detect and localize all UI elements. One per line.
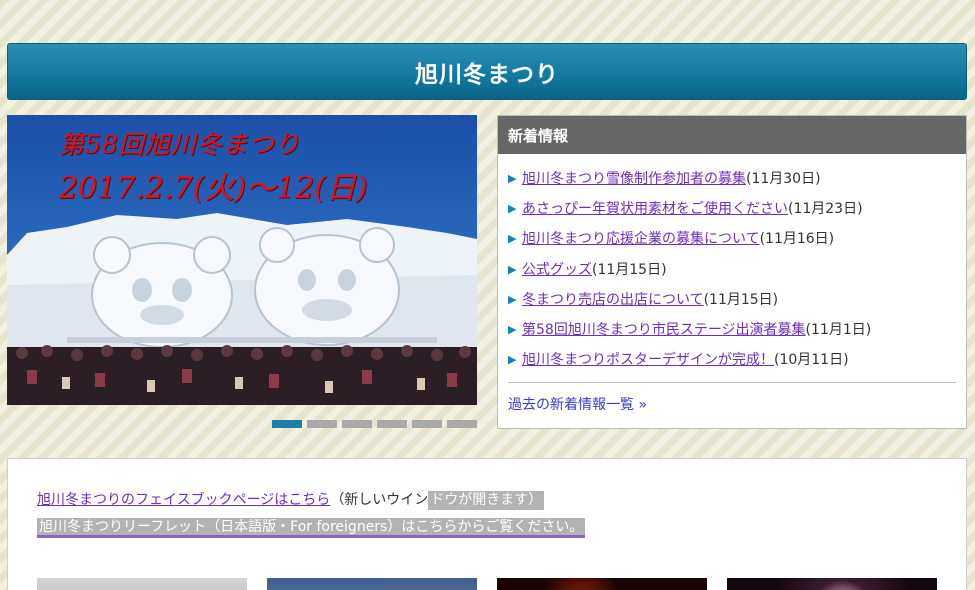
- slide-dot-1[interactable]: [272, 420, 302, 428]
- triangle-right-icon: ▶: [508, 202, 517, 216]
- list-item: ▶ 旭川冬まつりポスターデザインが完成！ (10月11日): [508, 345, 966, 375]
- news-link[interactable]: 第58回旭川冬まつり市民ステージ出演者募集: [522, 319, 806, 341]
- news-date: (10月11日): [774, 352, 849, 369]
- past-news-link[interactable]: 過去の新着情報一覧 »: [508, 394, 647, 414]
- slide-dot-2[interactable]: [307, 420, 337, 428]
- news-date: (11月30日): [746, 171, 821, 188]
- list-item: ▶ 公式グッズ (11月15日): [508, 255, 966, 285]
- facebook-note: （新しいウイン: [330, 492, 429, 508]
- thumbnail-image[interactable]: [267, 578, 477, 590]
- list-item: ▶ 旭川冬まつり応援企業の募集について (11月16日): [508, 224, 966, 254]
- slide-caption: 第58回旭川冬まつり 2017.2.7(火)～12(日): [59, 125, 368, 207]
- slide-caption-title: 第58回旭川冬まつり: [59, 130, 301, 159]
- list-item: ▶ 冬まつり売店の出店について (11月15日): [508, 285, 966, 315]
- list-item: ▶ 第58回旭川冬まつり市民ステージ出演者募集 (11月1日): [508, 315, 966, 345]
- facebook-note-highlight: ドウが開きます）: [428, 491, 545, 510]
- divider: [508, 382, 956, 383]
- list-item: ▶ 旭川冬まつり雪像制作参加者の募集 (11月30日): [508, 164, 966, 194]
- news-date: (11月15日): [703, 291, 779, 308]
- slideshow-pager: [272, 420, 477, 428]
- news-date: (11月23日): [788, 201, 863, 218]
- slide-dot-6[interactable]: [447, 420, 477, 428]
- triangle-right-icon: ▶: [508, 232, 517, 246]
- leaflet-link[interactable]: 旭川冬まつりリーフレット（日本語版・For foreigners）はこちらからご…: [37, 518, 586, 538]
- slide-dot-5[interactable]: [412, 420, 442, 428]
- slide-caption-dates: 2017.2.7(火)～12(日): [59, 171, 368, 206]
- news-panel: 新着情報 ▶ 旭川冬まつり雪像制作参加者の募集 (11月30日) ▶ あさっぴー…: [497, 115, 967, 429]
- list-item: ▶ あさっぴー年賀状用素材をご使用ください (11月23日): [508, 194, 966, 224]
- thumbnail-row: [37, 578, 937, 590]
- slide-dot-4[interactable]: [377, 420, 407, 428]
- news-list: ▶ 旭川冬まつり雪像制作参加者の募集 (11月30日) ▶ あさっぴー年賀状用素…: [498, 154, 966, 375]
- facebook-line: 旭川冬まつりのフェイスブックページはこちら（新しいウイン ドウが開きます）: [37, 489, 545, 510]
- hero-slideshow[interactable]: 第58回旭川冬まつり 2017.2.7(火)～12(日): [7, 115, 477, 405]
- leaflet-line: 旭川冬まつりリーフレット（日本語版・For foreigners）はこちらからご…: [37, 516, 586, 538]
- news-date: (11月15日): [592, 261, 667, 278]
- triangle-right-icon: ▶: [508, 323, 517, 337]
- news-link[interactable]: 旭川冬まつり雪像制作参加者の募集: [522, 168, 746, 190]
- thumbnail-image[interactable]: [497, 578, 707, 590]
- news-heading: 新着情報: [498, 116, 966, 154]
- thumbnail-image[interactable]: [37, 578, 247, 590]
- slide-dot-3[interactable]: [342, 420, 372, 428]
- news-link[interactable]: 冬まつり売店の出店について: [522, 289, 704, 311]
- triangle-right-icon: ▶: [508, 262, 517, 276]
- info-panel: 旭川冬まつりのフェイスブックページはこちら（新しいウイン ドウが開きます） 旭川冬…: [7, 458, 967, 590]
- thumbnail-image[interactable]: [727, 578, 937, 590]
- news-link[interactable]: 旭川冬まつり応援企業の募集について: [522, 228, 760, 250]
- facebook-link[interactable]: 旭川冬まつりのフェイスブックページはこちら: [37, 492, 330, 508]
- page-title: 旭川冬まつり: [7, 43, 967, 100]
- triangle-right-icon: ▶: [508, 172, 517, 186]
- news-date: (11月16日): [759, 231, 835, 248]
- news-link[interactable]: あさっぴー年賀状用素材をご使用ください: [522, 198, 788, 220]
- triangle-right-icon: ▶: [508, 353, 517, 367]
- news-link[interactable]: 旭川冬まつりポスターデザインが完成！: [522, 349, 774, 371]
- triangle-right-icon: ▶: [508, 292, 517, 306]
- news-link[interactable]: 公式グッズ: [522, 259, 592, 281]
- news-date: (11月1日): [805, 322, 872, 339]
